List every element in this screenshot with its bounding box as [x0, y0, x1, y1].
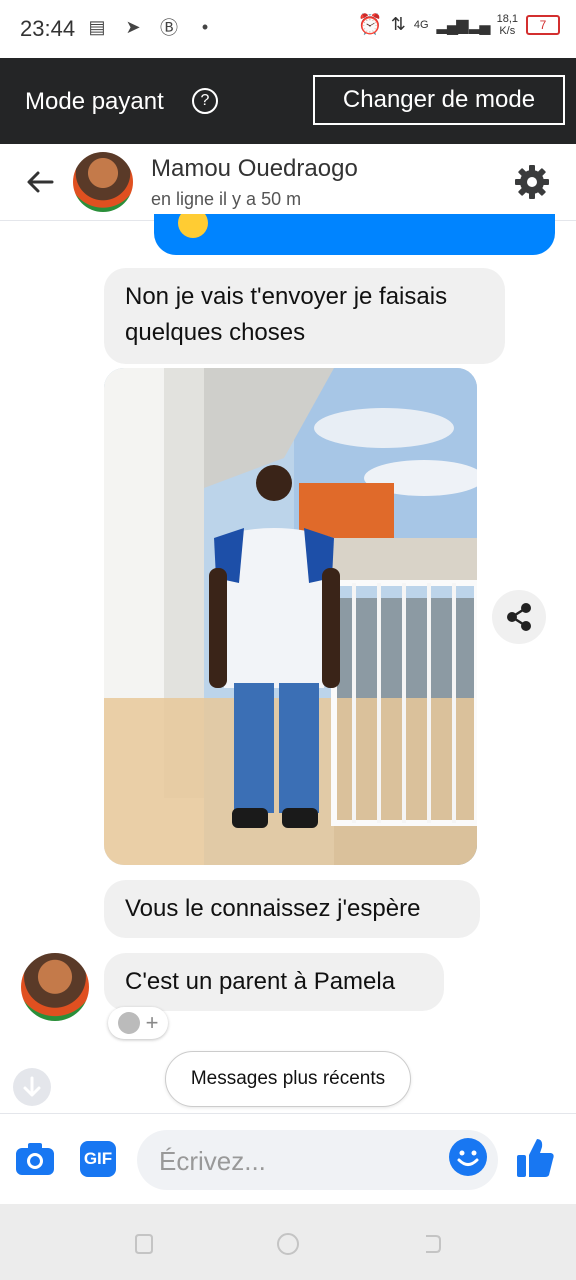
change-mode-button[interactable]: Changer de mode [313, 75, 565, 125]
help-icon-glyph: ? [200, 92, 210, 109]
status-notification-icons: ▤ ➤ Ⓑ • [86, 16, 216, 39]
emoji-button[interactable] [449, 1138, 487, 1176]
smiley-icon [117, 1012, 140, 1034]
status-time: 23:44 [20, 16, 76, 41]
message-input-wrapper[interactable] [137, 1130, 498, 1192]
settings-gear-icon[interactable] [512, 162, 552, 202]
dot-icon: • [201, 16, 209, 37]
alarm-icon: ⏰ [357, 14, 383, 36]
data-arrows-icon: ⇅ [390, 14, 406, 34]
avatar[interactable] [21, 953, 89, 1021]
mode-bar: Mode payant ? Changer de mode [0, 58, 576, 144]
system-navigation-bar [0, 1204, 576, 1280]
message-input[interactable] [157, 1130, 441, 1192]
received-message[interactable]: Vous le connaissez j'espère [104, 880, 480, 938]
share-icon [507, 603, 531, 631]
photo-message[interactable] [104, 368, 477, 865]
network-speed-unit: K/s [499, 24, 516, 37]
received-message[interactable]: Non je vais t'envoyer je faisais quelque… [104, 268, 505, 364]
composer-bar: GIF [0, 1113, 576, 1205]
gif-button[interactable]: GIF [80, 1141, 116, 1177]
arrow-down-icon [23, 1076, 41, 1097]
add-reaction-button[interactable]: + [108, 1007, 168, 1039]
newer-messages-button[interactable]: Messages plus récents [165, 1051, 411, 1107]
smiley-face-icon [457, 1150, 479, 1166]
thumbs-up-icon[interactable] [515, 1137, 555, 1179]
network-speed: 18,1 K/s [497, 13, 518, 37]
scroll-down-button[interactable] [13, 1068, 51, 1106]
wink-emoji-icon [178, 214, 208, 240]
home-icon[interactable] [276, 1232, 300, 1256]
status-right: ⏰ ⇅ 4G ▂▄▆ ▂▄ 18,1 K/s 7 [358, 12, 560, 37]
share-button[interactable] [492, 590, 546, 644]
status-bar: 23:44 ▤ ➤ Ⓑ • ⏰ ⇅ 4G ▂▄▆ ▂▄ 18,1 K/s 7 [0, 0, 576, 58]
photo-image [104, 368, 477, 865]
contact-name[interactable]: Mamou Ouedraogo [151, 155, 358, 183]
network-type: 4G [413, 18, 429, 31]
add-reaction-plus: + [145, 1010, 159, 1035]
contact-status: en ligne il y a 50 m [151, 189, 302, 209]
mode-label: Mode payant [25, 88, 164, 115]
avatar[interactable] [73, 152, 133, 212]
battery-level: 7 [539, 17, 547, 32]
camera-icon[interactable] [15, 1142, 55, 1176]
chat-header: Mamou Ouedraogo en ligne il y a 50 m [0, 144, 576, 221]
received-message[interactable]: C'est un parent à Pamela [104, 953, 444, 1011]
back-arrow-icon[interactable] [22, 164, 58, 200]
sent-message-bubble[interactable] [154, 214, 555, 255]
help-icon[interactable]: ? [192, 88, 218, 114]
battery-icon: 7 [526, 14, 560, 35]
telegram-icon: ➤ [125, 16, 141, 37]
news-icon: ▤ [88, 16, 106, 37]
signal-icon: ▂▄▆ ▂▄ [436, 16, 491, 34]
bitcoin-icon: Ⓑ [160, 18, 178, 38]
network-speed-value: 18,1 [496, 12, 518, 25]
recent-apps-icon[interactable] [132, 1232, 156, 1256]
back-nav-icon[interactable] [420, 1232, 444, 1256]
